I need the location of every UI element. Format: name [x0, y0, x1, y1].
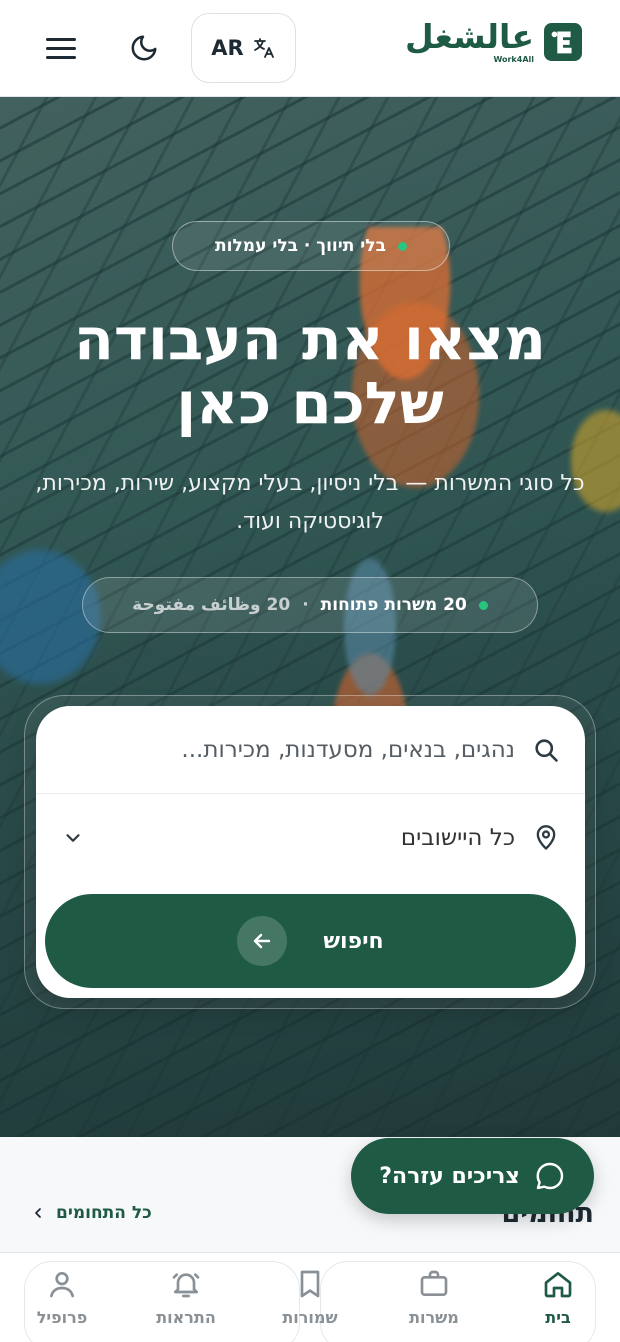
search-row — [36, 706, 585, 794]
badge-text: בלי תיווך · בלי עמלות — [215, 236, 386, 256]
job-stats-pill: 20 משרות פתוחות · 20 وظائف مفتوحة — [82, 577, 538, 633]
nav-jobs-label: משרות — [409, 1308, 459, 1327]
briefcase-icon — [420, 1270, 448, 1296]
status-dot — [478, 600, 488, 610]
search-icon — [529, 733, 563, 767]
moon-icon — [131, 35, 157, 61]
nav-alerts[interactable]: התראות — [141, 1268, 231, 1327]
language-button[interactable]: AR — [191, 13, 296, 83]
translate-icon — [253, 38, 274, 58]
home-icon — [544, 1272, 572, 1298]
search-button[interactable]: חיפוש — [45, 894, 576, 988]
top-header: AR عالشغل Work4All — [0, 0, 620, 97]
help-button-label: צריכים עזרה? — [379, 1163, 520, 1189]
nav-jobs[interactable]: משרות — [389, 1268, 479, 1327]
open-jobs-count: 20 משרות פתוחות — [320, 595, 467, 615]
nav-home[interactable]: בית — [513, 1268, 603, 1327]
logo-text: عالشغل — [405, 17, 534, 56]
headline-line-2: שלכם כאן — [176, 369, 444, 437]
stats-separator: · — [302, 595, 309, 615]
location-value: כל היישובים — [400, 825, 515, 851]
nav-home-label: בית — [545, 1308, 571, 1327]
no-fees-badge: בלי תיווך · בלי עמלות — [172, 221, 450, 271]
language-label: AR — [211, 36, 244, 60]
location-pin-icon — [529, 821, 563, 855]
search-input[interactable] — [95, 736, 515, 763]
user-icon — [50, 1272, 74, 1298]
chevron-down-icon — [58, 823, 88, 853]
dark-mode-toggle[interactable] — [122, 26, 166, 70]
hero-headline: מצאו את העבודה שלכם כאן — [0, 307, 620, 435]
menu-button[interactable] — [40, 30, 82, 66]
search-button-label: חיפוש — [323, 928, 384, 954]
chevron-left-icon — [35, 1208, 41, 1218]
logo-subtitle: Work4All — [493, 55, 534, 64]
chat-bubble-icon — [536, 1162, 563, 1190]
nav-profile[interactable]: פרופיל — [17, 1268, 107, 1327]
bell-icon — [172, 1273, 200, 1298]
search-card: כל היישובים חיפוש — [36, 706, 585, 998]
headline-line-1: מצאו את העבודה — [74, 305, 546, 373]
menu-icon-bar — [46, 37, 76, 41]
nav-saved-label: שמורות — [282, 1308, 338, 1327]
open-jobs-count-arabic: 20 وظائف مفتوحة — [132, 595, 291, 615]
hero-subtext: כל סוגי המשרות — בלי ניסיון, בעלי מקצוע,… — [35, 471, 585, 534]
location-select[interactable]: כל היישובים — [36, 794, 585, 882]
all-categories-link[interactable]: כל התחומים — [30, 1203, 152, 1223]
bookmark-icon — [300, 1270, 320, 1298]
logo[interactable]: عالشغل Work4All — [405, 20, 582, 64]
nav-saved[interactable]: שמורות — [265, 1268, 355, 1327]
menu-icon-bar — [46, 46, 76, 50]
help-button[interactable]: צריכים עזרה? — [351, 1138, 594, 1214]
menu-icon-bar — [46, 55, 76, 59]
nav-alerts-label: התראות — [156, 1308, 216, 1327]
logo-mark-icon — [544, 23, 582, 61]
arrow-left-icon — [237, 916, 288, 966]
nav-profile-label: פרופיל — [36, 1308, 88, 1327]
status-dot — [397, 241, 407, 251]
all-categories-label: כל התחומים — [56, 1203, 152, 1223]
